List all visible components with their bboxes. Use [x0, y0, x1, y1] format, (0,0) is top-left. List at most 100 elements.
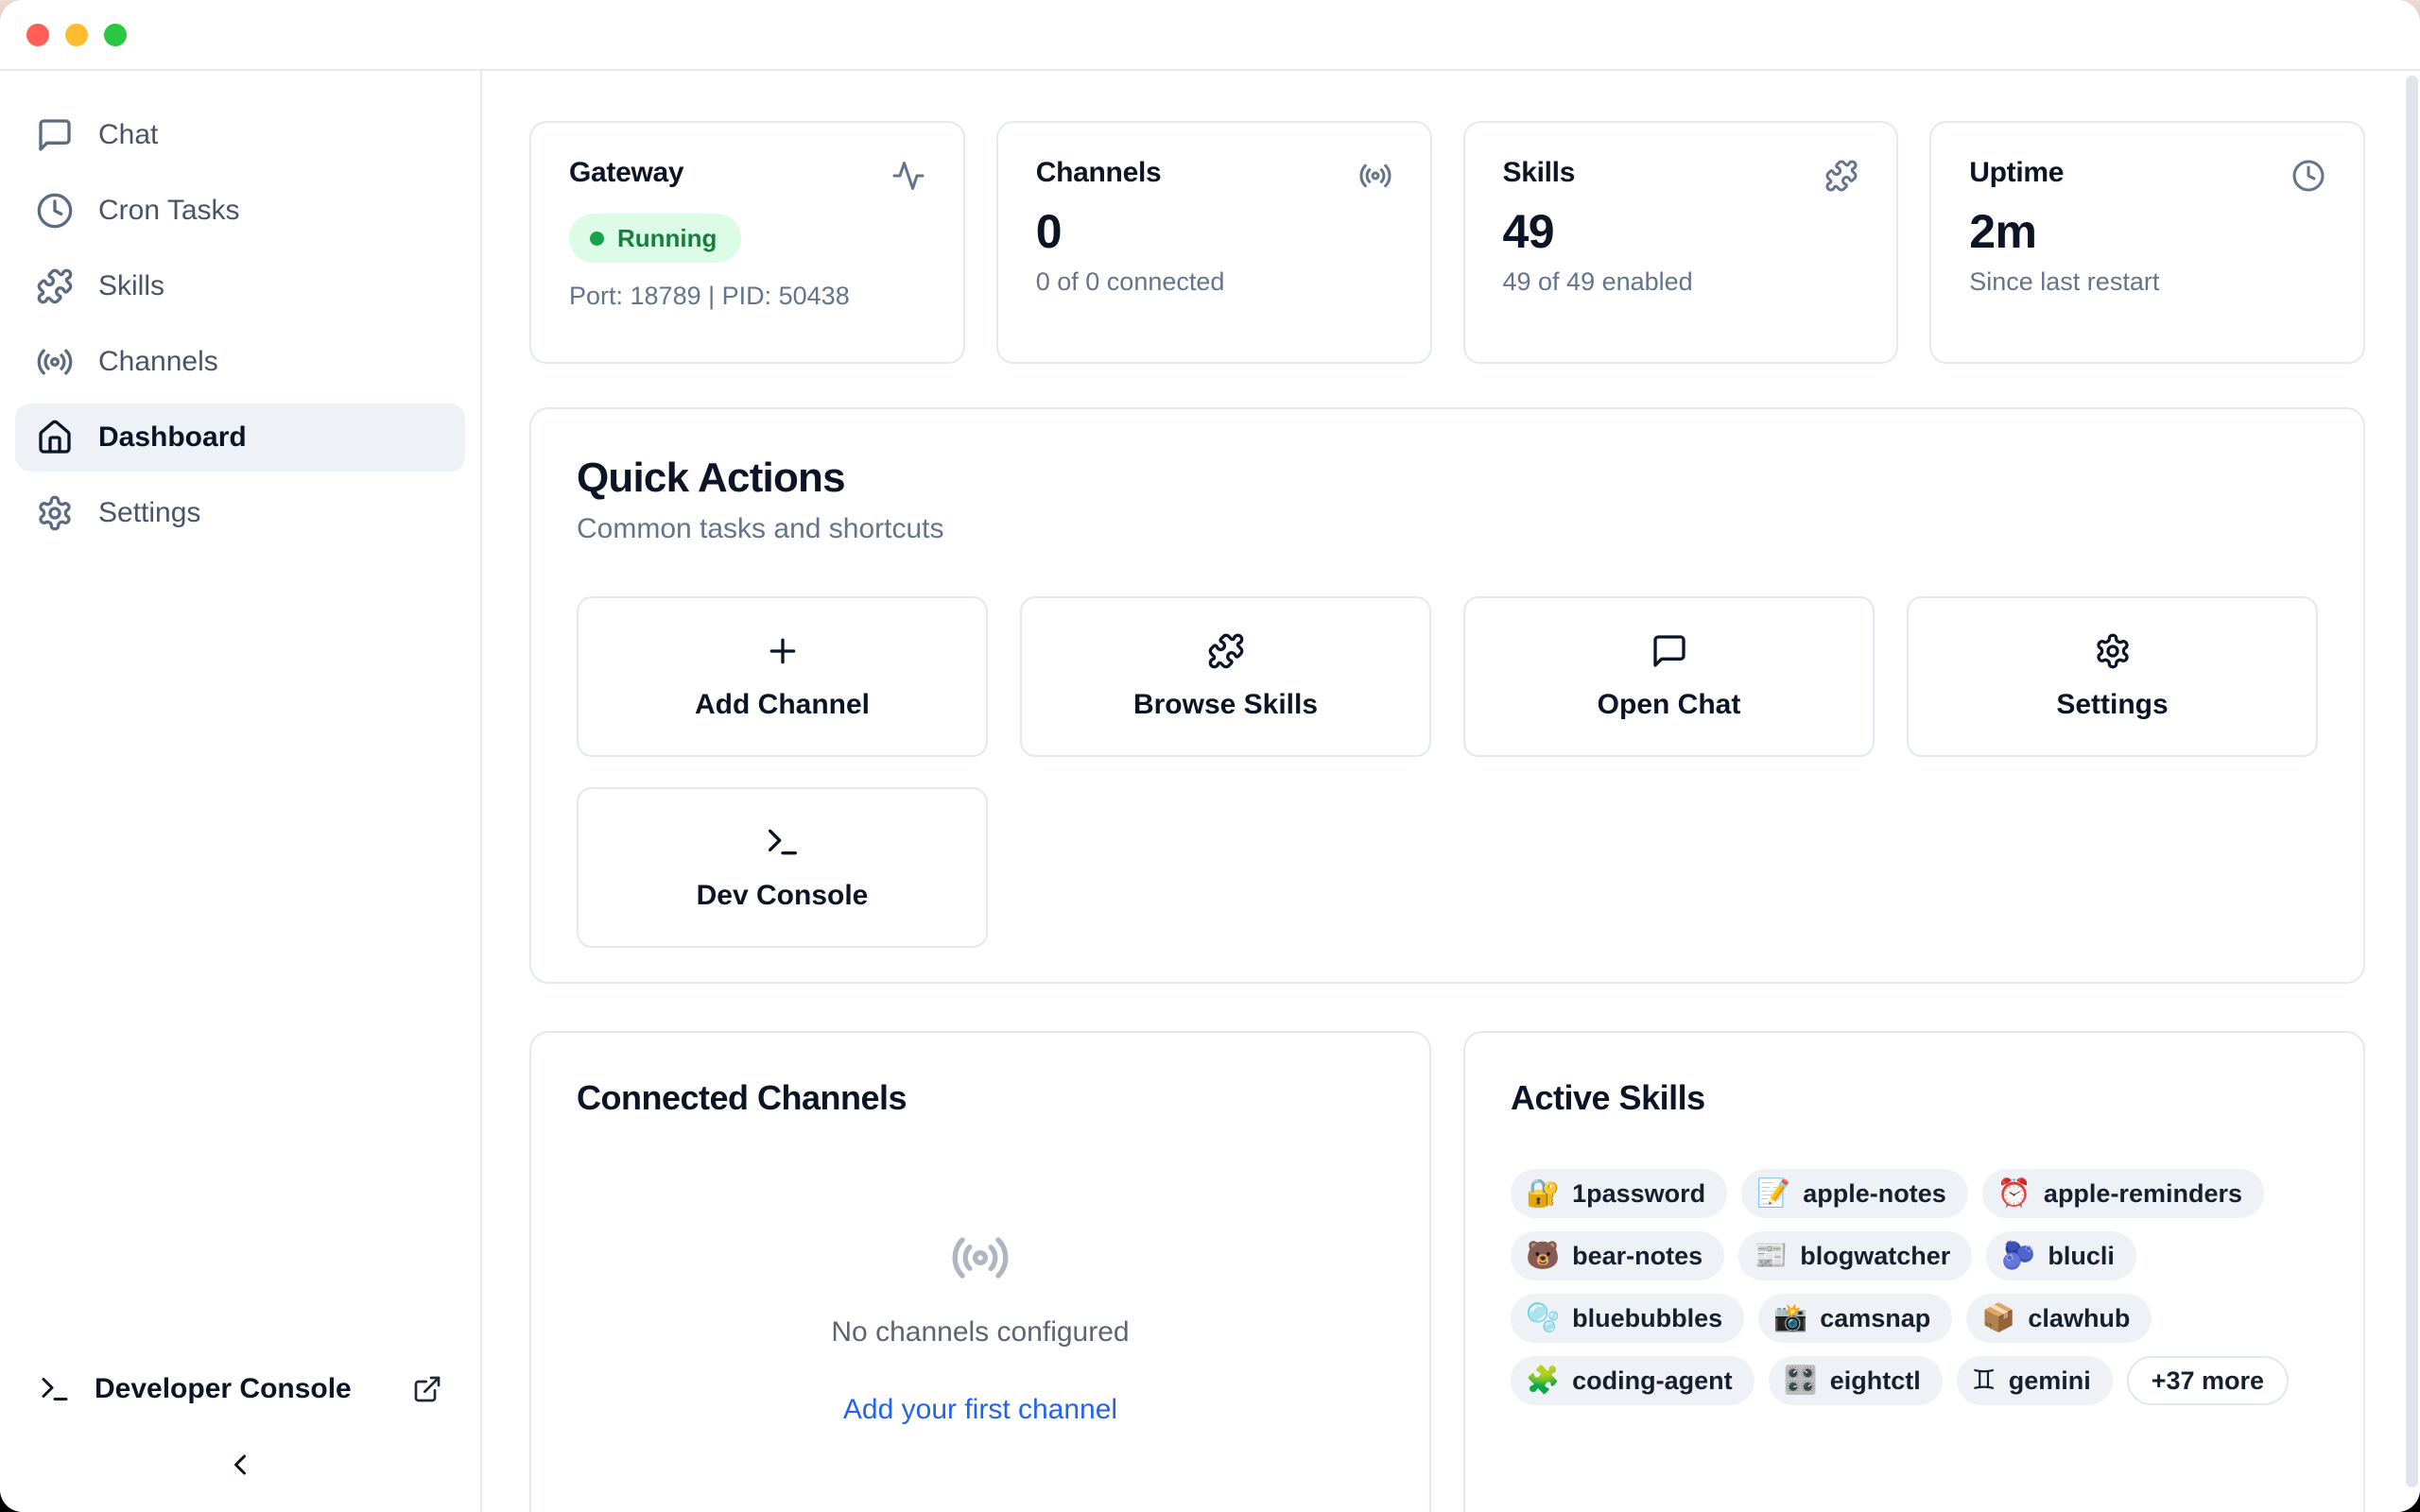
quick-action-button-add-channel[interactable]: Add Channel [577, 596, 988, 757]
sidebar-item-settings[interactable]: Settings [15, 479, 465, 547]
skill-chip-apple-notes[interactable]: 📝 apple-notes [1741, 1169, 1968, 1218]
sidebar-item-dashboard[interactable]: Dashboard [15, 404, 465, 472]
quick-action-button-dev-console[interactable]: Dev Console [577, 787, 988, 948]
skill-chip-bluebubbles[interactable]: 🫧 bluebubbles [1511, 1294, 1744, 1343]
skill-chip-bear-notes[interactable]: 🐻 bear-notes [1511, 1231, 1724, 1280]
skill-emoji: 🫐 [2001, 1243, 2035, 1270]
skill-name: apple-reminders [2044, 1179, 2242, 1209]
sidebar-collapse-button[interactable] [210, 1436, 270, 1493]
activity-icon [891, 159, 925, 193]
developer-console-row[interactable]: Developer Console [15, 1355, 465, 1423]
active-skills-card: Active Skills 🔐 1password 📝 apple-notes … [1463, 1031, 2365, 1512]
clock-icon [2291, 159, 2325, 193]
sidebar-item-label: Cron Tasks [98, 195, 240, 227]
skill-name: blogwatcher [1800, 1242, 1950, 1271]
developer-console-label: Developer Console [95, 1373, 352, 1405]
bottom-section: Connected Channels No channels configure… [529, 1031, 2365, 1512]
skill-emoji: ♊ [1972, 1367, 1996, 1395]
quick-action-label: Settings [2056, 689, 2168, 721]
close-button[interactable] [26, 24, 49, 46]
skill-name: coding-agent [1572, 1366, 1733, 1396]
skill-chip-clawhub[interactable]: 📦 clawhub [1966, 1294, 2152, 1343]
skill-chips: 🔐 1password 📝 apple-notes ⏰ apple-remind… [1511, 1169, 2318, 1405]
skill-chip-blucli[interactable]: 🫐 blucli [1986, 1231, 2136, 1280]
stat-card-title: Skills [1503, 157, 1576, 189]
skill-name: camsnap [1820, 1304, 1930, 1333]
chevron-left-icon [223, 1448, 257, 1482]
vertical-scrollbar-thumb[interactable] [2406, 76, 2418, 1487]
skill-chip-camsnap[interactable]: 📸 camsnap [1758, 1294, 1952, 1343]
quick-actions-panel: Quick Actions Common tasks and shortcuts… [529, 407, 2365, 984]
skill-emoji: 🫧 [1526, 1305, 1560, 1332]
radio-icon [950, 1228, 1011, 1288]
puzzle-icon [36, 267, 74, 305]
skill-chip-coding-agent[interactable]: 🧩 coding-agent [1511, 1356, 1754, 1405]
connected-channels-title: Connected Channels [577, 1078, 1384, 1118]
radio-icon [36, 343, 74, 381]
skill-emoji: 🎛️ [1784, 1367, 1818, 1395]
stat-card-title: Channels [1036, 157, 1162, 189]
skill-emoji: 📸 [1773, 1305, 1807, 1332]
skill-name: eightctl [1830, 1366, 1921, 1396]
sidebar-nav: Chat Cron Tasks Skills Channels Dashboar… [15, 101, 465, 547]
add-first-channel-link[interactable]: Add your first channel [843, 1394, 1117, 1426]
connected-channels-card: Connected Channels No channels configure… [529, 1031, 1431, 1512]
stat-value: 2m [1969, 206, 2325, 258]
quick-action-button-browse-skills[interactable]: Browse Skills [1020, 596, 1431, 757]
sidebar-item-label: Settings [98, 497, 200, 529]
skill-chip-apple-reminders[interactable]: ⏰ apple-reminders [1982, 1169, 2264, 1218]
skill-chip-1password[interactable]: 🔐 1password [1511, 1169, 1727, 1218]
plus-icon [764, 632, 802, 670]
sidebar-item-cron-tasks[interactable]: Cron Tasks [15, 177, 465, 245]
gear-icon [2094, 632, 2132, 670]
skill-emoji: ⏰ [1997, 1180, 2031, 1208]
skill-name: 1password [1572, 1179, 1705, 1209]
quick-action-button-settings[interactable]: Settings [1907, 596, 2318, 757]
sidebar-item-channels[interactable]: Channels [15, 328, 465, 396]
stat-card: Skills 49 49 of 49 enabled [1463, 121, 1899, 364]
skill-emoji: 📰 [1754, 1243, 1788, 1270]
screen: Chat Cron Tasks Skills Channels Dashboar… [0, 0, 2420, 1512]
skill-emoji: 📝 [1756, 1180, 1790, 1208]
status-badge: Running [569, 214, 741, 263]
zoom-button[interactable] [104, 24, 127, 46]
skill-chip-gemini[interactable]: ♊ gemini [1957, 1356, 2113, 1405]
sidebar-footer: Developer Console [15, 1355, 465, 1493]
app-window: Chat Cron Tasks Skills Channels Dashboar… [0, 0, 2420, 1512]
skill-chip-eightctl[interactable]: 🎛️ eightctl [1769, 1356, 1943, 1405]
sidebar-item-chat[interactable]: Chat [15, 101, 465, 169]
quick-actions-title: Quick Actions [577, 455, 2318, 502]
terminal-icon [38, 1372, 72, 1406]
main-content: Gateway Running Port: 18789 | PID: 50438 [484, 71, 2420, 1512]
sidebar: Chat Cron Tasks Skills Channels Dashboar… [0, 71, 482, 1512]
stat-subtext: 49 of 49 enabled [1503, 267, 1859, 297]
more-skills-chip[interactable]: +37 more [2127, 1356, 2289, 1405]
puzzle-icon [1207, 632, 1245, 670]
external-link-icon[interactable] [412, 1374, 442, 1404]
quick-action-label: Dev Console [697, 880, 869, 912]
stat-value: 49 [1503, 206, 1859, 258]
channels-empty-state: No channels configured Add your first ch… [577, 1228, 1384, 1426]
chat-icon [36, 116, 74, 154]
skill-emoji: 🧩 [1526, 1367, 1560, 1395]
traffic-lights [26, 24, 127, 46]
radio-icon [1358, 159, 1392, 193]
skill-emoji: 🔐 [1526, 1180, 1560, 1208]
quick-actions-grid: Add Channel Browse Skills Open Chat Sett… [577, 596, 2318, 948]
skill-chip-blogwatcher[interactable]: 📰 blogwatcher [1738, 1231, 1972, 1280]
skill-name: apple-notes [1803, 1179, 1946, 1209]
skill-name: bear-notes [1572, 1242, 1703, 1271]
quick-action-button-open-chat[interactable]: Open Chat [1463, 596, 1875, 757]
titlebar [0, 0, 2420, 71]
stat-subtext: Port: 18789 | PID: 50438 [569, 282, 925, 311]
sidebar-item-label: Chat [98, 119, 158, 151]
sidebar-item-skills[interactable]: Skills [15, 252, 465, 320]
sidebar-item-label: Dashboard [98, 421, 247, 454]
stat-value: 0 [1036, 206, 1392, 258]
stat-card: Channels 0 0 of 0 connected [996, 121, 1432, 364]
minimize-button[interactable] [65, 24, 88, 46]
puzzle-icon [1824, 159, 1858, 193]
skill-name: blucli [2048, 1242, 2115, 1271]
home-icon [36, 419, 74, 456]
stat-subtext: 0 of 0 connected [1036, 267, 1392, 297]
